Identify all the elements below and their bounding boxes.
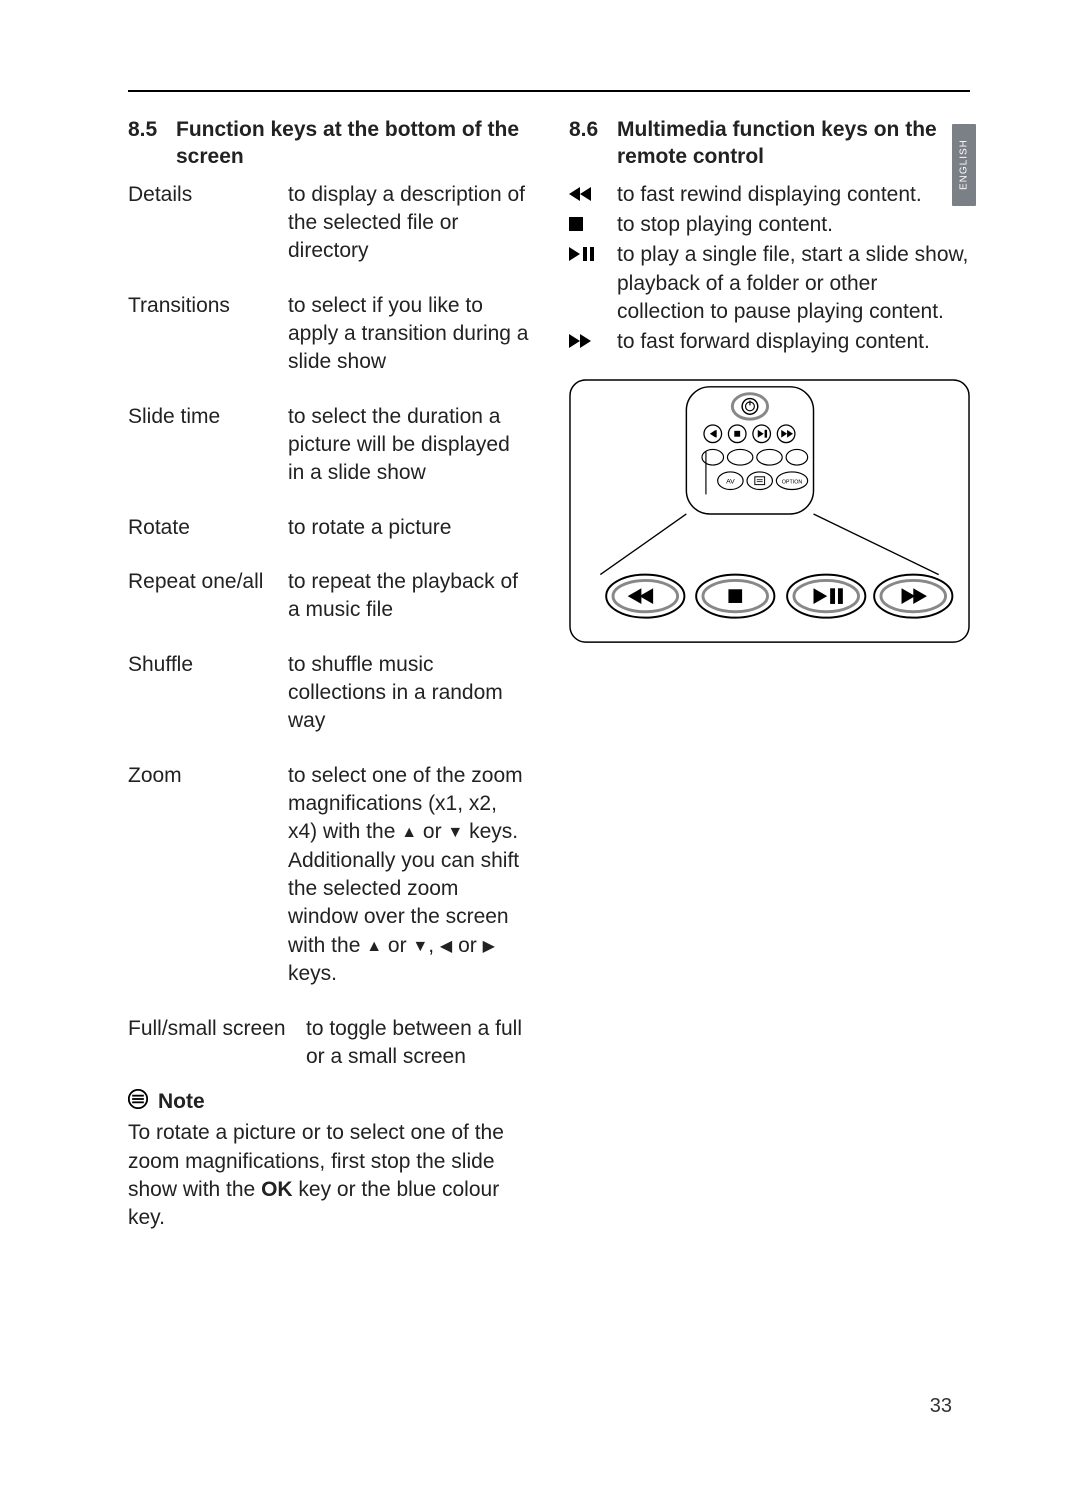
arrow-down-icon: ▼ — [412, 936, 428, 958]
rewind-text: to fast rewind displaying content. — [617, 181, 970, 209]
desc-details: to display a description of the selected… — [288, 181, 529, 266]
desc-shuffle: to shuffle music collections in a random… — [288, 651, 529, 736]
arrow-right-icon: ▶ — [483, 936, 495, 958]
desc-rotate: to rotate a picture — [288, 514, 529, 542]
arrow-up-icon: ▲ — [366, 936, 382, 958]
desc-transitions: to select if you like to apply a transit… — [288, 292, 529, 377]
note-body: To rotate a picture or to select one of … — [128, 1119, 529, 1232]
arrow-down-icon: ▼ — [447, 822, 463, 844]
desc-repeat: to repeat the playback of a music file — [288, 568, 529, 625]
rewind-icon — [569, 181, 617, 209]
stop-text: to stop playing content. — [617, 211, 970, 239]
zoom-text-or3: or — [452, 934, 482, 957]
section-title: Multimedia function keys on the remote c… — [617, 116, 970, 171]
note-icon — [128, 1089, 148, 1115]
term-details: Details — [128, 181, 288, 266]
term-rotate: Rotate — [128, 514, 288, 542]
section-number: 8.5 — [128, 116, 176, 143]
zoom-text-comma: , — [428, 934, 440, 957]
language-tab: ENGLISH — [952, 124, 976, 206]
forward-icon — [569, 328, 617, 356]
desc-full-small: to toggle between a full or a small scre… — [306, 1015, 529, 1072]
forward-text: to fast forward displaying content. — [617, 328, 970, 356]
term-full-small: Full/small screen — [128, 1015, 306, 1072]
remote-control-figure: AV OPTION — [569, 379, 970, 648]
arrow-up-icon: ▲ — [401, 822, 417, 844]
term-shuffle: Shuffle — [128, 651, 288, 736]
play-pause-text: to play a single file, start a slide sho… — [617, 241, 970, 326]
remote-option-label: OPTION — [782, 479, 803, 485]
note-label: Note — [158, 1090, 205, 1114]
zoom-text-post2: keys. — [288, 962, 337, 985]
left-column: 8.5 Function keys at the bottom of the s… — [128, 116, 529, 1233]
zoom-text-or1: or — [417, 820, 447, 843]
stop-icon — [569, 211, 617, 239]
section-number: 8.6 — [569, 116, 617, 143]
section-title: Function keys at the bottom of the scree… — [176, 116, 529, 171]
term-repeat: Repeat one/all — [128, 568, 288, 625]
desc-zoom: to select one of the zoom magnifications… — [288, 762, 529, 989]
top-rule — [128, 90, 970, 92]
term-slide-time: Slide time — [128, 403, 288, 488]
note-ok-key: OK — [261, 1178, 293, 1201]
term-transitions: Transitions — [128, 292, 288, 377]
play-pause-icon — [569, 241, 617, 326]
term-zoom: Zoom — [128, 762, 288, 989]
right-column: 8.6 Multimedia function keys on the remo… — [569, 116, 970, 1233]
remote-av-label: AV — [726, 478, 735, 485]
arrow-left-icon: ◀ — [440, 936, 452, 958]
desc-slide-time: to select the duration a picture will be… — [288, 403, 529, 488]
page-number: 33 — [930, 1395, 952, 1418]
zoom-text-or2: or — [382, 934, 412, 957]
